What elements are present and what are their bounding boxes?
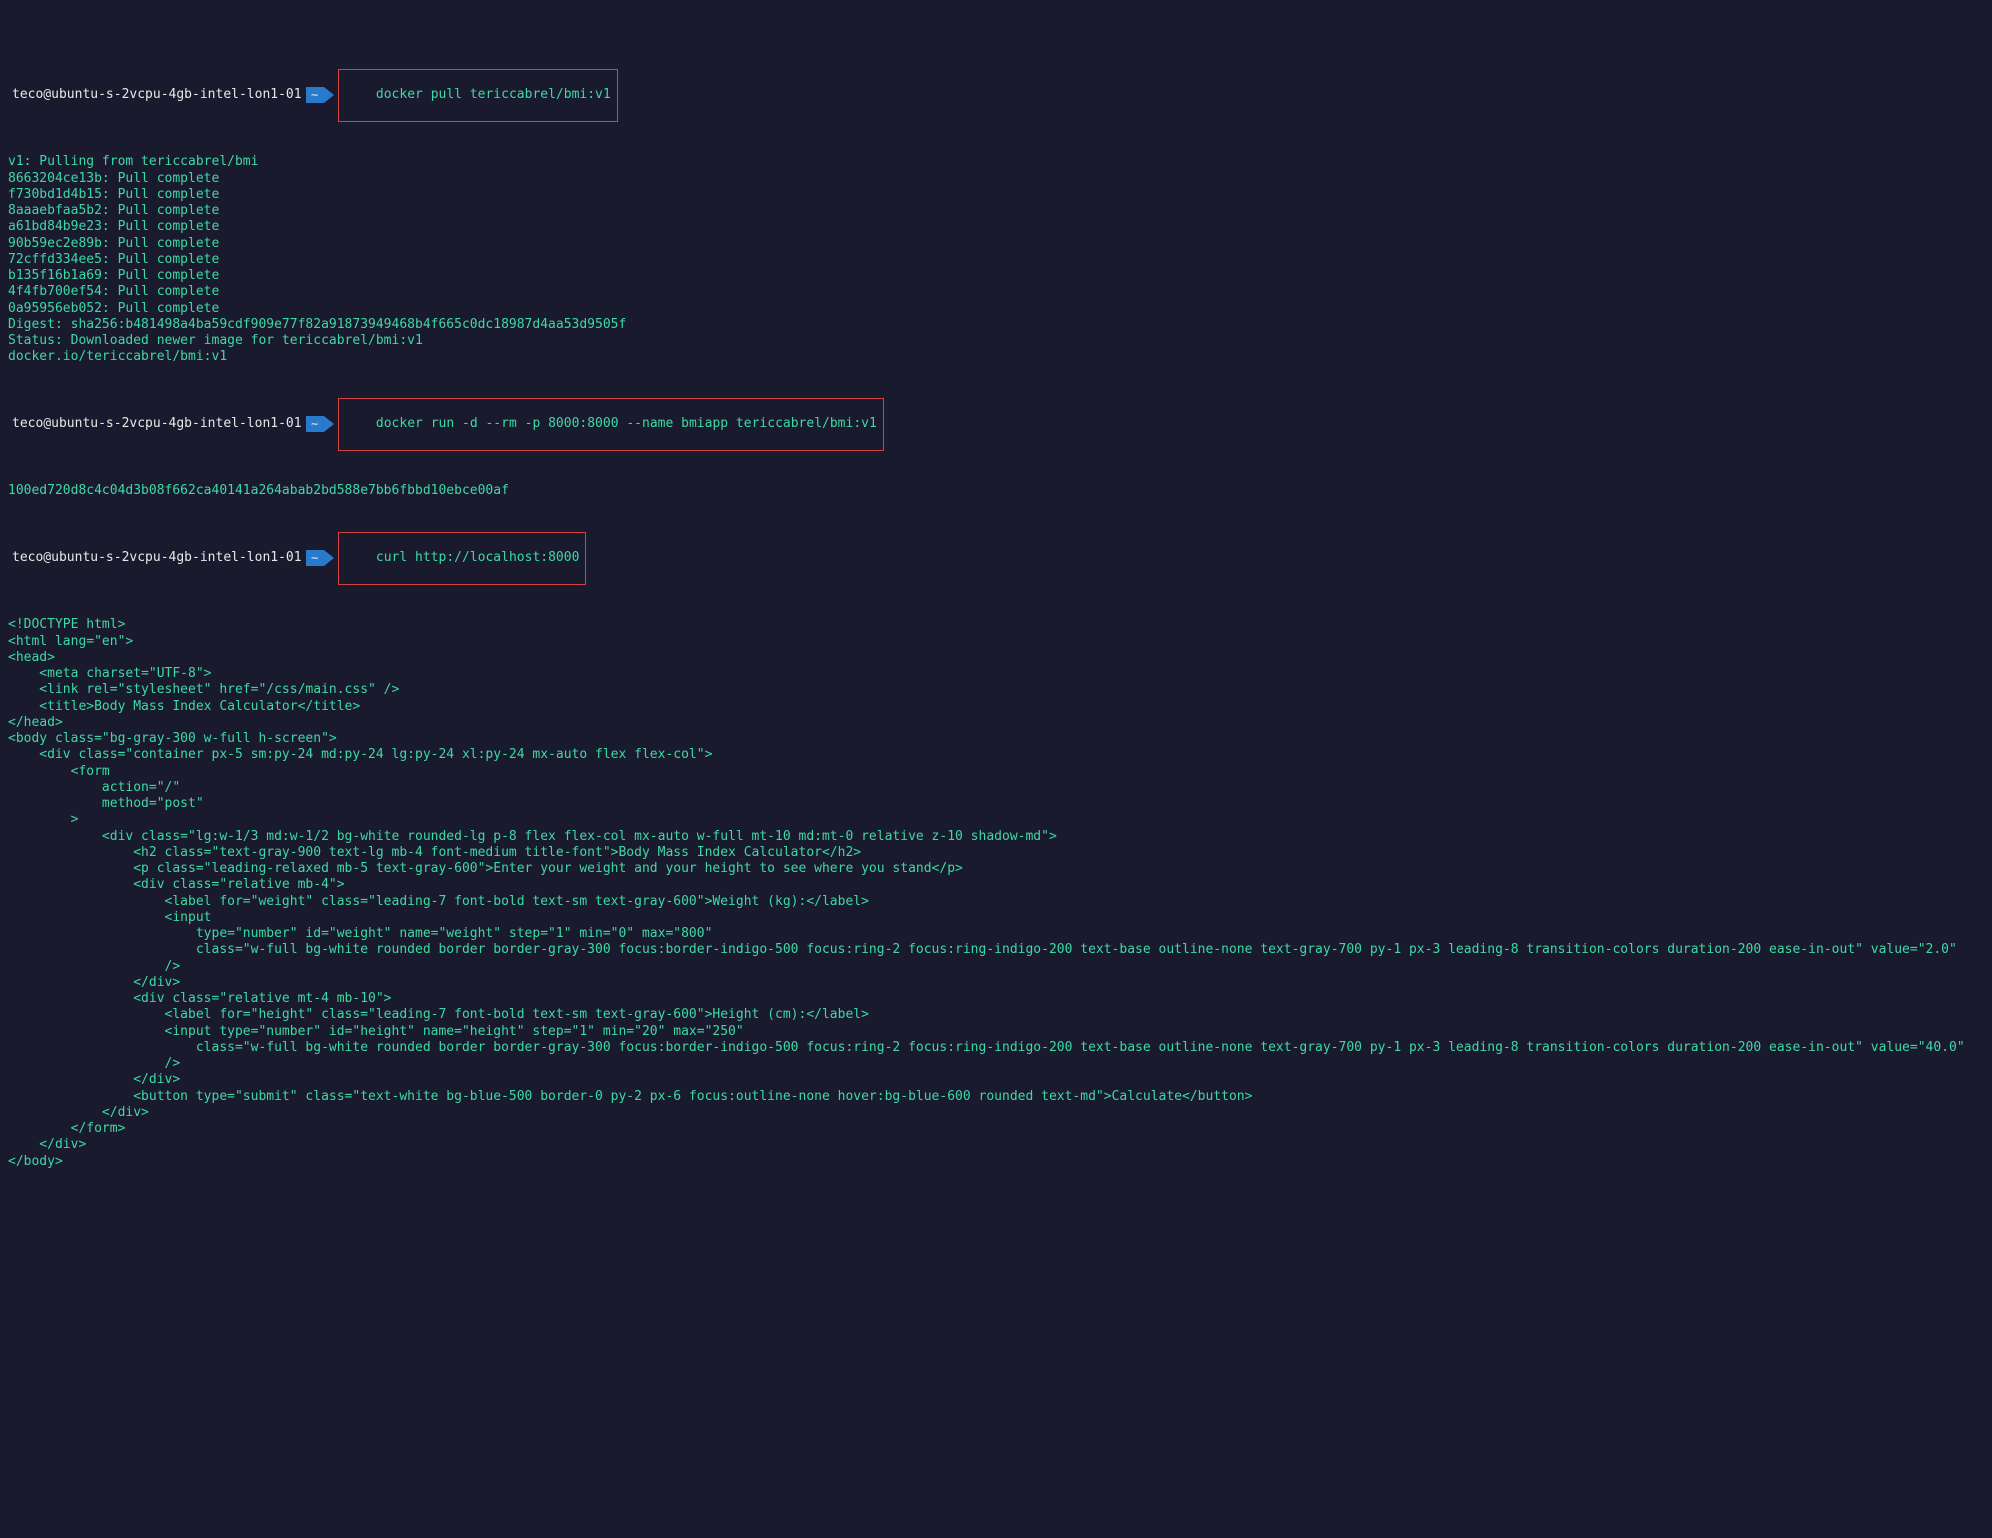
terminal-output-line: a61bd84b9e23: Pull complete (0, 219, 1992, 235)
command-highlight-3: curl http://localhost:8000 (338, 532, 587, 585)
prompt-user: teco@ubuntu-s-2vcpu-4gb-intel-lon1-01 (8, 87, 302, 103)
terminal-output-line: 100ed720d8c4c04d3b08f662ca40141a264abab2… (0, 483, 1992, 499)
prompt-arrow-icon: ~ (306, 87, 334, 103)
terminal-output-line: 72cffd334ee5: Pull complete (0, 252, 1992, 268)
terminal-output-line: <form (0, 764, 1992, 780)
terminal-output-line: action="/" (0, 780, 1992, 796)
prompt-user: teco@ubuntu-s-2vcpu-4gb-intel-lon1-01 (8, 416, 302, 432)
terminal-output-line: b135f16b1a69: Pull complete (0, 268, 1992, 284)
command-highlight-2: docker run -d --rm -p 8000:8000 --name b… (338, 398, 884, 451)
command-text: curl http://localhost:8000 (376, 550, 580, 565)
terminal-output-line: /> (0, 1056, 1992, 1072)
terminal-output-line: </form> (0, 1121, 1992, 1137)
terminal-output-line: class="w-full bg-white rounded border bo… (0, 942, 1992, 958)
terminal-output-line: <!DOCTYPE html> (0, 617, 1992, 633)
terminal-output-line: <title>Body Mass Index Calculator</title… (0, 699, 1992, 715)
terminal-output-line: <head> (0, 650, 1992, 666)
prompt-line-2[interactable]: teco@ubuntu-s-2vcpu-4gb-intel-lon1-01 ~ … (0, 398, 1992, 451)
terminal-output-line: <div class="relative mt-4 mb-10"> (0, 991, 1992, 1007)
terminal-output-line: </div> (0, 1137, 1992, 1153)
terminal-output-line: docker.io/tericcabrel/bmi:v1 (0, 349, 1992, 365)
command-text: docker pull tericcabrel/bmi:v1 (376, 87, 611, 102)
terminal-output-line: method="post" (0, 796, 1992, 812)
terminal-output-line: 8663204ce13b: Pull complete (0, 171, 1992, 187)
terminal-output-line: <h2 class="text-gray-900 text-lg mb-4 fo… (0, 845, 1992, 861)
terminal-output-line: <label for="height" class="leading-7 fon… (0, 1007, 1992, 1023)
prompt-user: teco@ubuntu-s-2vcpu-4gb-intel-lon1-01 (8, 550, 302, 566)
terminal-output-line: 4f4fb700ef54: Pull complete (0, 284, 1992, 300)
terminal-output-line: /> (0, 959, 1992, 975)
terminal-output-line: <link rel="stylesheet" href="/css/main.c… (0, 682, 1992, 698)
terminal-output-line: 90b59ec2e89b: Pull complete (0, 236, 1992, 252)
terminal-output-line: <div class="relative mb-4"> (0, 877, 1992, 893)
prompt-arrow-icon: ~ (306, 550, 334, 566)
terminal-output-line: <button type="submit" class="text-white … (0, 1089, 1992, 1105)
terminal-output-line: <meta charset="UTF-8"> (0, 666, 1992, 682)
terminal-output-line: <label for="weight" class="leading-7 fon… (0, 894, 1992, 910)
terminal-output-line: </div> (0, 975, 1992, 991)
output-block-2: 100ed720d8c4c04d3b08f662ca40141a264abab2… (0, 483, 1992, 499)
terminal-output-line: class="w-full bg-white rounded border bo… (0, 1040, 1992, 1056)
terminal-output-line: </head> (0, 715, 1992, 731)
terminal-output-line: <input (0, 910, 1992, 926)
terminal-output-line: 8aaaebfaa5b2: Pull complete (0, 203, 1992, 219)
terminal-output-line: <p class="leading-relaxed mb-5 text-gray… (0, 861, 1992, 877)
command-highlight-1: docker pull tericcabrel/bmi:v1 (338, 69, 618, 122)
terminal-output-line: Status: Downloaded newer image for teric… (0, 333, 1992, 349)
terminal-output-line: > (0, 812, 1992, 828)
terminal-output-line: Digest: sha256:b481498a4ba59cdf909e77f82… (0, 317, 1992, 333)
prompt-line-1[interactable]: teco@ubuntu-s-2vcpu-4gb-intel-lon1-01 ~ … (0, 69, 1992, 122)
terminal-output-line: <div class="lg:w-1/3 md:w-1/2 bg-white r… (0, 829, 1992, 845)
terminal-output-line: <input type="number" id="height" name="h… (0, 1024, 1992, 1040)
command-text: docker run -d --rm -p 8000:8000 --name b… (376, 416, 877, 431)
terminal-output-line: 0a95956eb052: Pull complete (0, 301, 1992, 317)
terminal-output-line: <div class="container px-5 sm:py-24 md:p… (0, 747, 1992, 763)
terminal-output-line: <body class="bg-gray-300 w-full h-screen… (0, 731, 1992, 747)
terminal-output-line: f730bd1d4b15: Pull complete (0, 187, 1992, 203)
output-block-3: <!DOCTYPE html><html lang="en"><head> <m… (0, 617, 1992, 1170)
prompt-arrow-icon: ~ (306, 416, 334, 432)
terminal-output-line: <html lang="en"> (0, 634, 1992, 650)
prompt-line-3[interactable]: teco@ubuntu-s-2vcpu-4gb-intel-lon1-01 ~ … (0, 532, 1992, 585)
terminal-output-line: type="number" id="weight" name="weight" … (0, 926, 1992, 942)
terminal-output-line: </div> (0, 1072, 1992, 1088)
output-block-1: v1: Pulling from tericcabrel/bmi8663204c… (0, 154, 1992, 365)
terminal-output-line: </body> (0, 1154, 1992, 1170)
terminal-output-line: v1: Pulling from tericcabrel/bmi (0, 154, 1992, 170)
terminal-output-line: </div> (0, 1105, 1992, 1121)
